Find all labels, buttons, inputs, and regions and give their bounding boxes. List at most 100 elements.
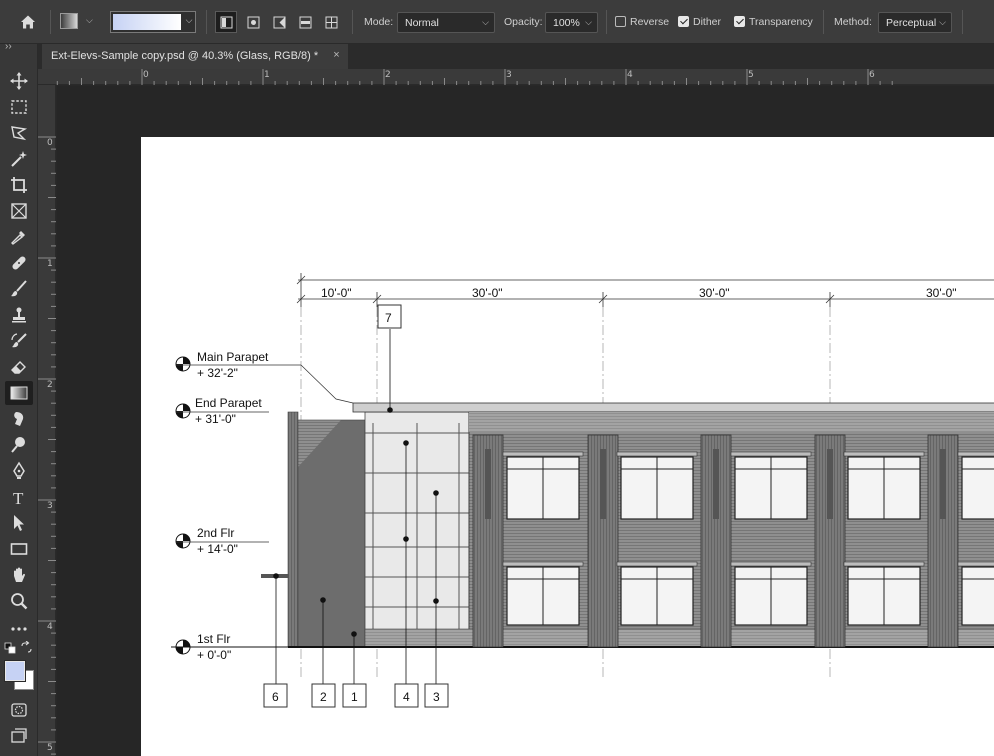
home-button[interactable] bbox=[14, 10, 42, 34]
radial-gradient-button[interactable] bbox=[242, 11, 264, 33]
zoom-tool[interactable] bbox=[5, 589, 33, 613]
eraser-icon bbox=[11, 361, 26, 374]
hand-icon bbox=[14, 567, 25, 582]
ruler-label: 3 bbox=[506, 70, 512, 80]
canvas-area[interactable]: 10'-0" 30'-0" 30'-0" 30'-0" Main Parapet… bbox=[57, 86, 994, 756]
opacity-field[interactable]: 100% ⌵ bbox=[545, 12, 598, 33]
eyedropper-tool[interactable] bbox=[5, 225, 33, 249]
separator bbox=[962, 10, 963, 34]
mode-value: Normal bbox=[405, 17, 439, 29]
reverse-checkbox[interactable] bbox=[615, 16, 626, 27]
frame-tool[interactable] bbox=[5, 199, 33, 223]
brush-tool[interactable] bbox=[5, 277, 33, 301]
window bbox=[961, 566, 994, 626]
gradient-picker[interactable]: ⌵ bbox=[110, 11, 196, 33]
method-dropdown[interactable]: Perceptual ⌵ bbox=[878, 12, 952, 33]
swap-colors-icon[interactable] bbox=[20, 641, 33, 654]
separator bbox=[206, 10, 207, 34]
mode-dropdown[interactable]: Normal ⌵ bbox=[397, 12, 495, 33]
elevation-drawing: 10'-0" 30'-0" 30'-0" 30'-0" Main Parapet… bbox=[171, 273, 994, 708]
opacity-label: Opacity: bbox=[504, 16, 543, 28]
dither-label: Dither bbox=[693, 16, 722, 28]
diamond-gradient-button[interactable] bbox=[320, 11, 342, 33]
eraser-tool[interactable] bbox=[5, 355, 33, 379]
lasso-tool[interactable] bbox=[5, 121, 33, 145]
method-label: Method: bbox=[834, 16, 872, 28]
crop-icon bbox=[11, 177, 27, 193]
smudge-tool[interactable] bbox=[5, 407, 33, 431]
more-tools[interactable] bbox=[5, 617, 33, 641]
chevron-down-icon: ⌵ bbox=[86, 15, 93, 25]
hand-tool[interactable] bbox=[5, 563, 33, 587]
tool-preset-picker[interactable]: ⌵ bbox=[60, 11, 100, 33]
ruler-label: 6 bbox=[869, 70, 875, 80]
rectangle-tool[interactable] bbox=[5, 537, 33, 561]
tool-preset-icon bbox=[60, 13, 78, 29]
window-header bbox=[957, 451, 994, 457]
window-header bbox=[730, 561, 812, 567]
reflected-gradient-button[interactable] bbox=[294, 11, 316, 33]
level-name: 1st Flr bbox=[197, 632, 230, 646]
vertical-ruler[interactable]: 0 1 2 3 4 5 bbox=[38, 85, 56, 756]
transparency-checkbox[interactable] bbox=[734, 16, 745, 27]
history-brush-icon bbox=[11, 333, 27, 348]
magic-wand-icon bbox=[11, 151, 27, 167]
polygonal-lasso-icon bbox=[11, 126, 28, 141]
dither-checkbox[interactable] bbox=[678, 16, 689, 27]
default-colors-icon[interactable] bbox=[4, 642, 16, 654]
path-selection-arrow-icon bbox=[14, 515, 24, 531]
quick-mask-button[interactable] bbox=[5, 698, 33, 722]
pilaster-reveal bbox=[940, 449, 946, 519]
history-brush-tool[interactable] bbox=[5, 329, 33, 353]
angle-gradient-icon bbox=[273, 16, 286, 29]
level-elevation: + 31'-0" bbox=[195, 412, 236, 426]
window-header bbox=[730, 451, 812, 457]
dimension-label: 30'-0" bbox=[472, 286, 503, 300]
opacity-value: 100% bbox=[553, 17, 580, 29]
callout-tag-label: 4 bbox=[403, 690, 410, 704]
pen-tool[interactable] bbox=[5, 459, 33, 483]
ruler-label: 4 bbox=[627, 70, 633, 80]
horizontal-ruler-ticks bbox=[56, 69, 893, 85]
pen-icon bbox=[13, 461, 25, 479]
close-tab-icon[interactable]: × bbox=[330, 49, 343, 62]
type-tool[interactable]: T bbox=[5, 485, 33, 509]
angle-gradient-button[interactable] bbox=[268, 11, 290, 33]
move-tool[interactable] bbox=[5, 69, 33, 93]
horizontal-ruler[interactable]: 0 1 2 3 4 5 6 bbox=[38, 69, 994, 85]
level-elevation: + 32'-2" bbox=[197, 366, 238, 380]
collapse-panel-icon[interactable]: ›› bbox=[5, 41, 12, 52]
chevron-down-icon: ⌵ bbox=[482, 17, 489, 27]
ruler-label: 5 bbox=[748, 70, 754, 80]
window-header bbox=[502, 451, 584, 457]
level-name: 2nd Flr bbox=[197, 526, 234, 540]
screen-mode-icon bbox=[11, 728, 27, 743]
separator bbox=[50, 10, 51, 34]
linear-gradient-button[interactable] bbox=[215, 11, 237, 33]
radial-gradient-icon bbox=[247, 16, 260, 29]
marquee-tool[interactable] bbox=[5, 95, 33, 119]
screen-mode-button[interactable] bbox=[5, 724, 33, 748]
dodge-tool[interactable] bbox=[5, 433, 33, 457]
pilaster-reveal bbox=[600, 449, 606, 519]
pilaster-reveal bbox=[827, 449, 833, 519]
document-canvas[interactable]: 10'-0" 30'-0" 30'-0" 30'-0" Main Parapet… bbox=[141, 137, 994, 756]
clone-stamp-tool[interactable] bbox=[5, 303, 33, 327]
foreground-color-swatch[interactable] bbox=[4, 660, 26, 682]
document-tab[interactable]: Ext-Elevs-Sample copy.psd @ 40.3% (Glass… bbox=[42, 44, 349, 69]
window-header bbox=[616, 561, 698, 567]
window-header bbox=[843, 451, 925, 457]
dimension-label: 30'-0" bbox=[926, 286, 957, 300]
dimension-string bbox=[296, 273, 994, 307]
magic-wand-tool[interactable] bbox=[5, 147, 33, 171]
crop-tool[interactable] bbox=[5, 173, 33, 197]
gradient-tool[interactable] bbox=[5, 381, 33, 405]
healing-brush-tool[interactable] bbox=[5, 251, 33, 275]
zoom-magnifier-icon bbox=[11, 593, 28, 610]
path-selection-tool[interactable] bbox=[5, 511, 33, 535]
level-name: Main Parapet bbox=[197, 350, 269, 364]
type-glyph: T bbox=[13, 489, 24, 507]
chevron-down-icon[interactable]: ⌵ bbox=[183, 15, 195, 29]
chevron-down-icon[interactable]: ⌵ bbox=[585, 17, 592, 28]
pilaster-reveal bbox=[713, 449, 719, 519]
